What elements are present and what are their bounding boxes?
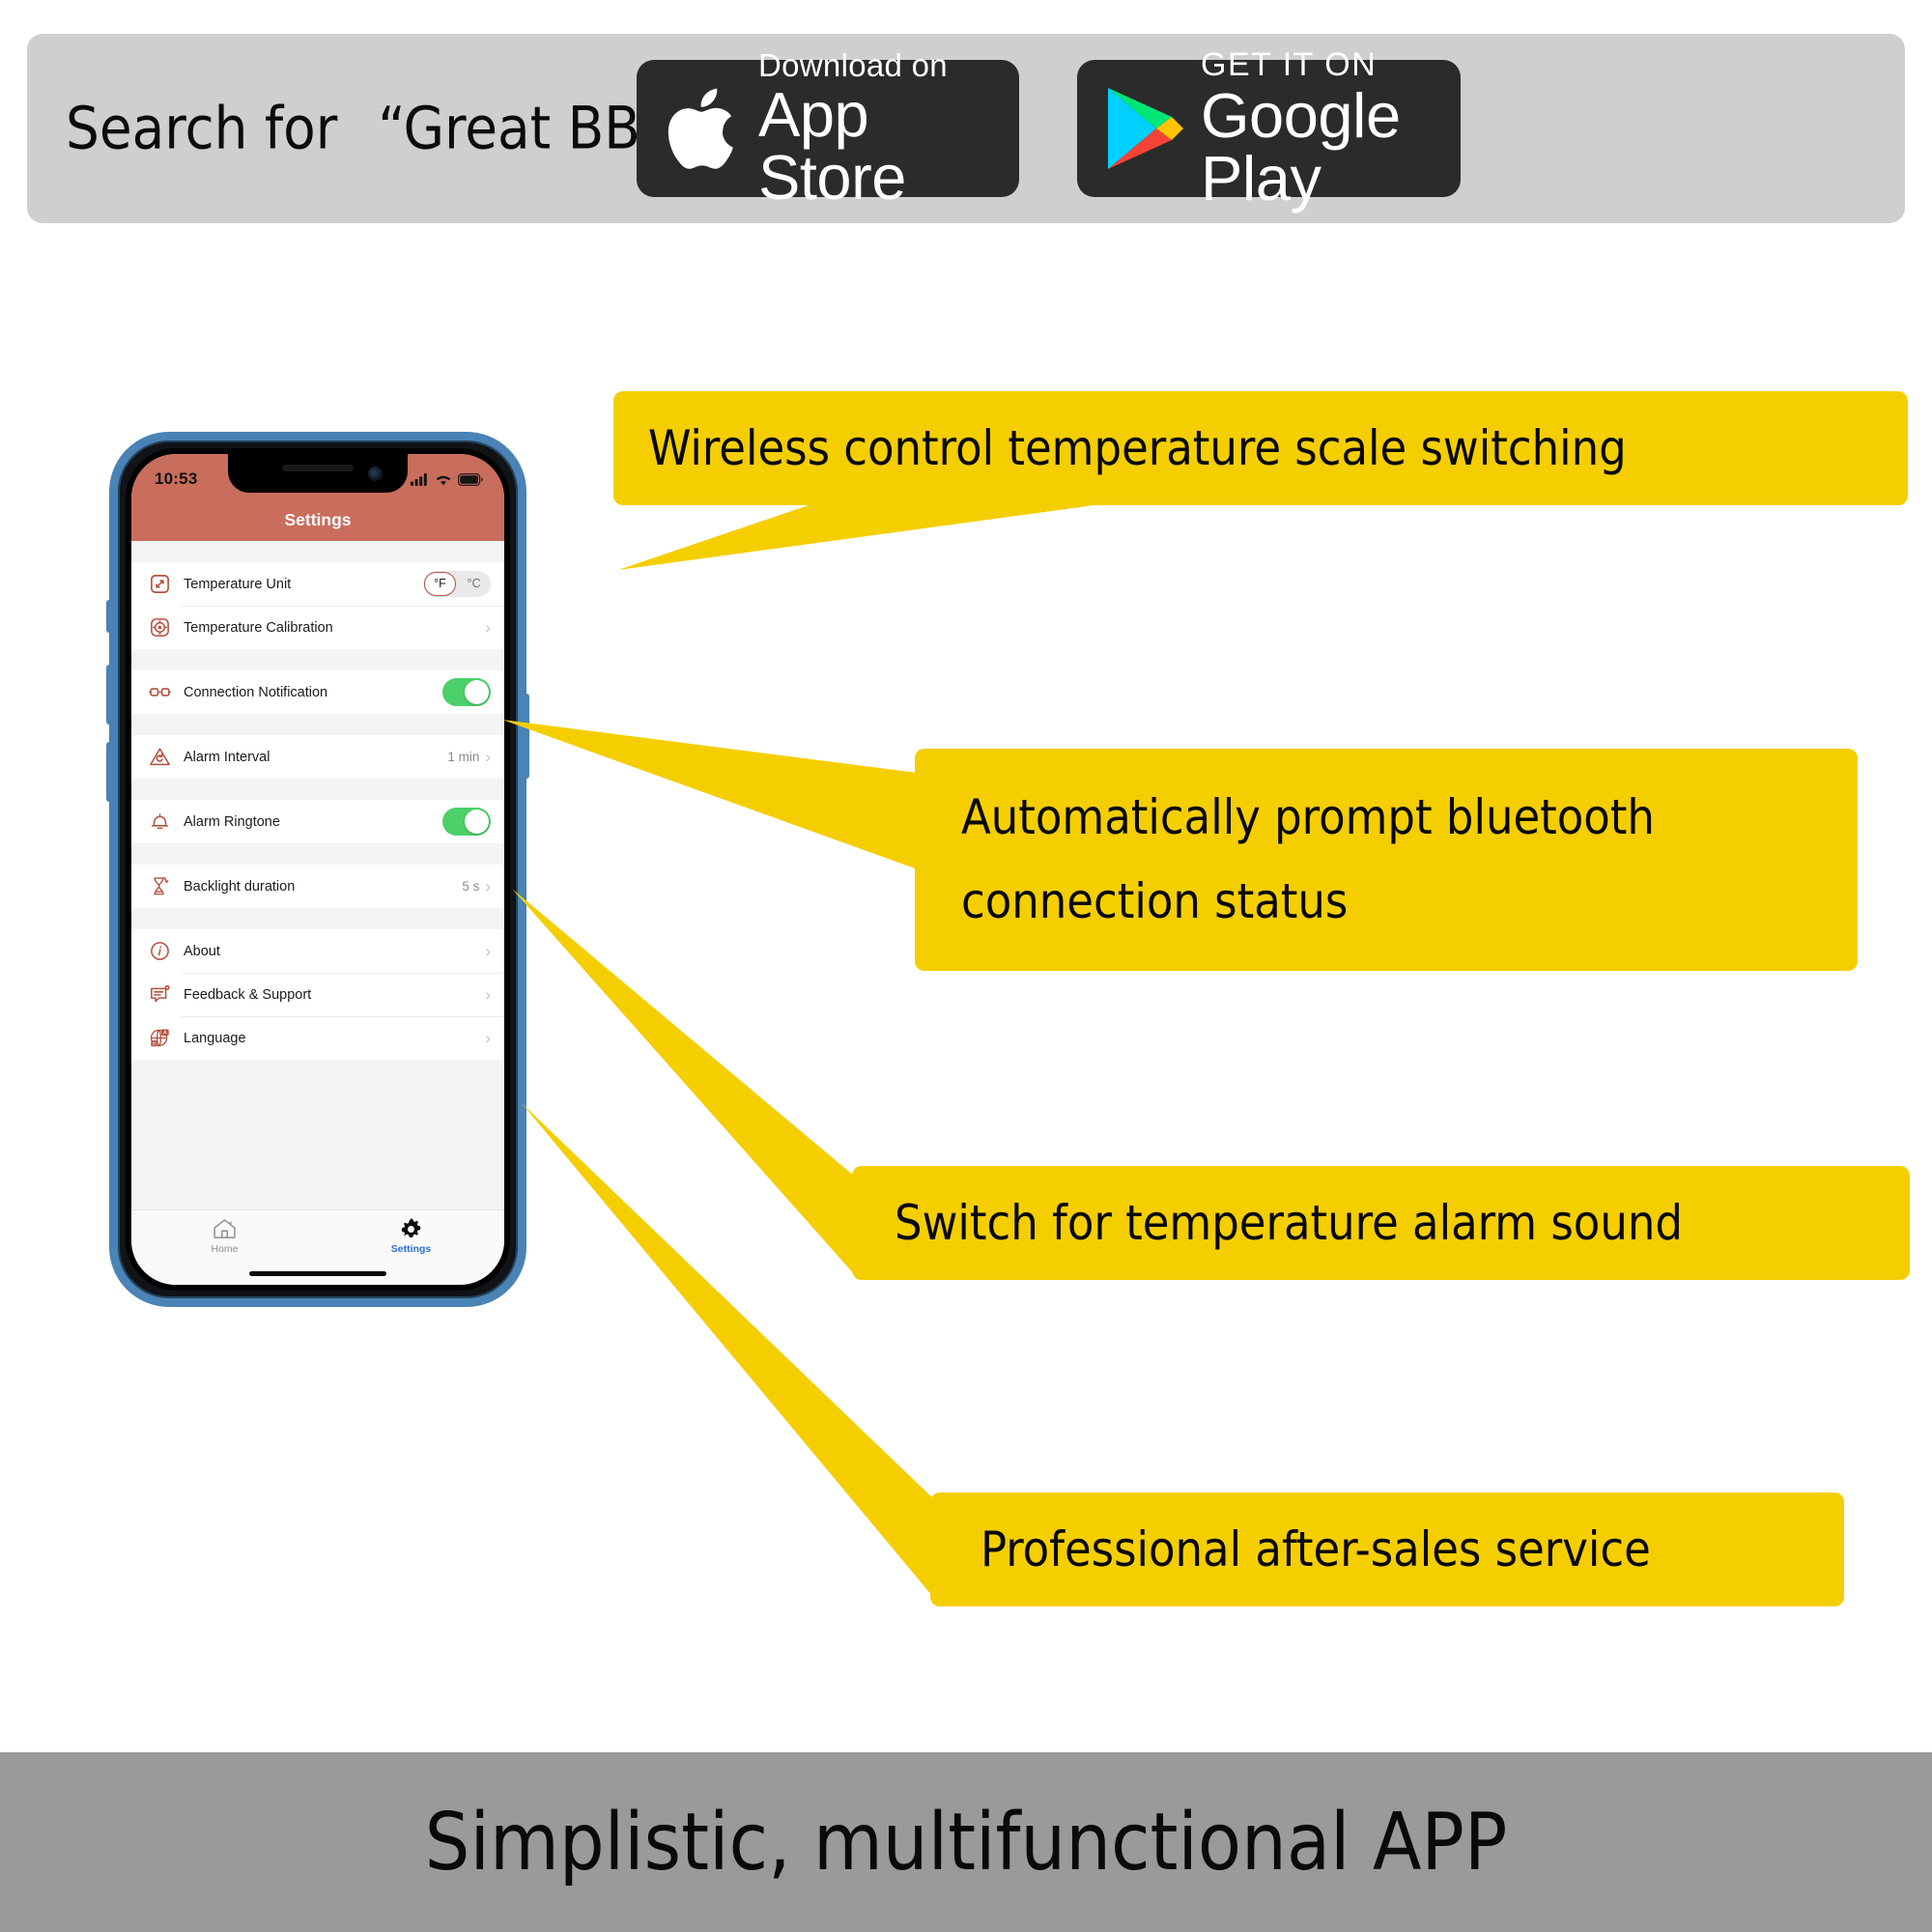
segment-fahrenheit[interactable]: °F [423,571,457,597]
callout-after-sales: Professional after-sales service [930,1492,1844,1606]
signal-bars-icon [411,472,427,486]
phone-volume-down-button [106,742,112,802]
settings-group-alarm-interval: Alarm Interval 1 min › [131,735,504,779]
tab-bar[interactable]: Home Settings [131,1209,504,1285]
svg-text:文: 文 [151,1040,156,1047]
footer-text: Simplistic, multifunctional APP [424,1796,1508,1889]
callout-2-line2: connection status [961,873,1349,929]
tab-home-label: Home [211,1243,239,1255]
header-bar: Search for “Great BBQ” Download on App St… [27,34,1905,223]
callout-temperature-scale: Wireless control temperature scale switc… [613,391,1908,505]
callout-4-text: Professional after-sales service [980,1521,1651,1577]
row-label-backlight-duration: Backlight duration [184,878,296,895]
search-instruction: Search for “Great BBQ” [66,95,708,163]
callout-pointers [502,406,1101,1602]
row-feedback-support[interactable]: Feedback & Support › [131,973,504,1016]
row-about[interactable]: About › [131,929,504,973]
row-temperature-unit[interactable]: Temperature Unit °F °C [131,562,504,606]
row-label-feedback-support: Feedback & Support [184,986,312,1003]
phone-screen: 10:53 Settings Temperature Unit °F °C Te… [131,454,504,1285]
row-label-connection-notification: Connection Notification [184,684,328,700]
google-play-badge[interactable]: GET IT ON Google Play [1077,48,1461,210]
apple-logo-icon [668,88,733,169]
tab-home[interactable]: Home [131,1217,318,1255]
app-store-label-group: Download on App Store [758,49,1019,209]
wifi-icon [436,475,451,485]
callout-3-text: Switch for temperature alarm sound [895,1195,1683,1251]
google-play-small-label: GET IT ON [1201,45,1378,83]
list-gap [131,779,504,800]
app-store-small-label: Download on [758,46,948,83]
phone-volume-up-button [106,665,112,724]
settings-group-alarm-ringtone: Alarm Ringtone [131,800,504,843]
temperature-unit-icon [147,572,172,597]
home-indicator [249,1271,386,1276]
settings-list[interactable]: Temperature Unit °F °C Temperature Calib… [131,541,504,1209]
row-label-temperature-calibration: Temperature Calibration [184,619,333,636]
list-gap [131,649,504,670]
info-circle-icon [147,939,172,964]
row-label-alarm-ringtone: Alarm Ringtone [184,813,280,830]
bell-icon [147,810,172,835]
app-store-badge[interactable]: Download on App Store [637,49,1019,209]
callout-bluetooth-status: Automatically prompt bluetooth connectio… [915,749,1858,971]
app-store-big-label: App Store [758,78,906,213]
phone-notch [228,454,408,493]
tab-settings-label: Settings [390,1243,432,1255]
poster-root: Search for “Great BBQ” Download on App St… [0,0,1932,1932]
feedback-message-icon [147,982,172,1008]
row-label-alarm-interval: Alarm Interval [184,749,270,765]
callout-1-text: Wireless control temperature scale switc… [648,420,1627,476]
google-play-big-label: Google Play [1201,79,1401,213]
backlight-hourglass-icon [147,874,172,899]
row-connection-notification[interactable]: Connection Notification [131,670,504,714]
bluetooth-link-icon [147,680,172,705]
list-gap [131,714,504,735]
row-backlight-duration[interactable]: Backlight duration 5 s › [131,865,504,908]
phone-silent-switch [106,600,112,633]
nav-bar: Settings [131,498,504,541]
row-alarm-interval[interactable]: Alarm Interval 1 min › [131,735,504,779]
list-gap [131,908,504,929]
list-gap [131,541,504,562]
settings-group-temperature: Temperature Unit °F °C Temperature Calib… [131,562,504,649]
footer-bar: Simplistic, multifunctional APP [0,1752,1932,1932]
settings-group-connection: Connection Notification [131,670,504,714]
settings-group-backlight: Backlight duration 5 s › [131,865,504,908]
home-icon [213,1219,236,1238]
callout-2-line1: Automatically prompt bluetooth [961,788,1655,845]
row-temperature-calibration[interactable]: Temperature Calibration › [131,606,504,649]
front-camera [368,467,383,481]
row-label-language: Language [184,1030,246,1046]
search-prefix-label: Search for [66,94,338,163]
svg-text:A: A [162,1031,166,1037]
page-title: Settings [284,509,352,529]
earpiece-speaker [282,465,354,471]
google-play-label-group: GET IT ON Google Play [1201,48,1461,210]
row-alarm-ringtone[interactable]: Alarm Ringtone [131,800,504,843]
settings-group-info: About › Feedback & Support › A 文 Languag… [131,929,504,1060]
phone-bezel: 10:53 Settings Temperature Unit °F °C Te… [126,448,510,1291]
status-bar-time: 10:53 [155,469,198,488]
language-globe-icon: A 文 [147,1026,172,1051]
list-gap [131,1060,504,1081]
list-gap [131,843,504,865]
callout-alarm-sound: Switch for temperature alarm sound [852,1166,1910,1280]
row-language[interactable]: A 文 Language › [131,1016,504,1060]
google-play-logo-icon [1108,88,1183,169]
gear-icon [401,1218,421,1238]
row-label-temperature-unit: Temperature Unit [184,576,292,592]
row-label-about: About [184,943,220,959]
calibration-target-icon [147,615,172,640]
callout-2-block: Automatically prompt bluetooth connectio… [961,776,1655,945]
alarm-interval-icon [147,745,172,770]
